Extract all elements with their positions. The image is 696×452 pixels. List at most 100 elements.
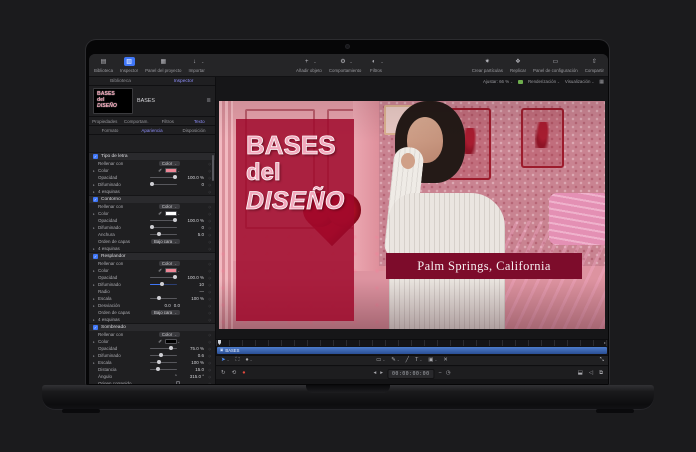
object-thumbnail[interactable]: BASES del DISEÑO — [93, 88, 133, 114]
subtab-disposición[interactable]: Disposición — [173, 128, 215, 133]
transport-link-button[interactable]: ⧉ — [599, 370, 603, 377]
keyframe-icon[interactable]: ◇ — [204, 269, 211, 273]
toolbar-replicate-button[interactable]: ❖ Replicar — [510, 56, 526, 74]
param-value[interactable]: 100.0 % — [180, 175, 204, 180]
param-value[interactable]: 0 — [180, 182, 204, 187]
slider[interactable] — [150, 360, 177, 365]
angle-dial-icon[interactable]: ◔ — [174, 374, 177, 379]
slider-thumb[interactable] — [157, 360, 162, 365]
toolbar-share-button[interactable]: ⇧ Compartir — [585, 56, 604, 74]
tool-select-tool[interactable]: ➤ ⌄ — [221, 357, 229, 364]
slider-thumb[interactable] — [149, 182, 154, 187]
canvas-area[interactable]: Ajustar: 66 %⌄ Renderización⌄ Visualizac… — [216, 77, 608, 339]
keyframe-icon[interactable]: ◇ — [204, 361, 211, 365]
toolbar-inspector-button[interactable]: ▥ Inspector — [120, 56, 138, 73]
slider-thumb[interactable] — [160, 282, 165, 287]
section-checkbox[interactable]: ✓ — [93, 154, 98, 159]
keyframe-icon[interactable]: ◇ — [204, 276, 211, 280]
slider[interactable] — [150, 282, 177, 287]
panel-scrollbar[interactable] — [212, 155, 214, 181]
keyframe-icon[interactable]: ◇ — [204, 240, 211, 244]
keyframe-icon[interactable]: ◇ — [204, 311, 211, 315]
keyframe-icon[interactable]: ◇ — [204, 176, 211, 180]
transport-record-button[interactable]: ● — [242, 370, 245, 377]
tool-text-tool[interactable]: T ⌄ — [415, 357, 422, 364]
zoom-level-dropdown[interactable]: Ajustar: 66 %⌄ — [483, 79, 513, 84]
slider-thumb[interactable] — [149, 225, 154, 230]
transport-audio-button[interactable]: ◁ — [589, 370, 593, 377]
eyedropper-icon[interactable]: ✐ — [158, 339, 162, 345]
slider[interactable] — [150, 353, 177, 358]
keyframe-icon[interactable]: ◇ — [204, 212, 211, 216]
tool-line-tool[interactable]: ╱ — [406, 357, 409, 364]
tool-resize-handle[interactable]: ⤡ — [600, 357, 604, 364]
transport-loop-button[interactable]: ↻ — [221, 370, 226, 377]
timecode-display[interactable]: 00:00:00:00 — [386, 368, 435, 379]
keyframe-icon[interactable]: ◇ — [204, 347, 211, 351]
tool-fill-tool[interactable]: ● ⌄ — [245, 357, 252, 364]
y-value-field[interactable]: 0.0 — [174, 303, 180, 308]
layers-icon[interactable]: ≣ — [206, 98, 211, 104]
keyframe-icon[interactable]: ◇ — [204, 190, 211, 194]
keyframe-icon[interactable]: ◇ — [204, 205, 211, 209]
toolbar-library-button[interactable]: ▤ Biblioteca — [94, 56, 113, 74]
section-checkbox[interactable]: ✓ — [93, 197, 98, 202]
color-swatch[interactable] — [165, 339, 178, 344]
param-value[interactable]: 0 — [180, 225, 204, 230]
tab-comportam.[interactable]: Comportam. — [121, 119, 153, 124]
color-swatch[interactable] — [165, 168, 178, 173]
layout-grid-icon[interactable]: ▦ — [599, 79, 604, 85]
previous-frame-button[interactable]: ◂ — [373, 370, 376, 377]
transport-display-button[interactable]: ⬓ — [578, 370, 583, 377]
keyframe-icon[interactable]: ◇ — [204, 318, 211, 322]
tool-close-tool[interactable]: ✕ — [443, 357, 448, 364]
eyedropper-icon[interactable]: ✐ — [158, 211, 162, 217]
tool-rectangle-tool[interactable]: ▭ ⌄ — [376, 357, 385, 364]
slider-thumb[interactable] — [172, 218, 177, 223]
dropdown[interactable]: Bajo cara ⌄ — [151, 309, 180, 316]
slider-thumb[interactable] — [156, 232, 161, 237]
panel-top-tab-biblioteca[interactable]: Biblioteca — [89, 77, 152, 85]
section-checkbox[interactable]: ✓ — [93, 254, 98, 259]
param-value[interactable]: — — [180, 289, 205, 294]
keyframe-icon[interactable]: ◇ — [204, 333, 211, 337]
slider[interactable] — [150, 175, 177, 180]
keyframe-icon[interactable]: ◇ — [204, 226, 211, 230]
layer-bar[interactable]: ▣ BASES — [217, 347, 607, 354]
tab-texto[interactable]: Texto — [184, 119, 216, 124]
param-value[interactable]: 100.0 % — [180, 275, 204, 280]
toolbar-filters-button[interactable]: ◐ ⌄ Filtros — [368, 56, 384, 74]
param-value[interactable]: 10 — [180, 282, 204, 287]
keyframe-icon[interactable]: ◇ — [204, 169, 211, 173]
play-button[interactable]: ▸ — [380, 370, 383, 377]
render-dropdown[interactable]: Renderización⌄ — [528, 79, 560, 84]
color-channel-icon[interactable] — [517, 79, 523, 84]
slider[interactable] — [150, 346, 177, 351]
dropdown[interactable]: Bajo cara ⌄ — [151, 238, 180, 245]
param-value[interactable]: 15.0 — [180, 367, 204, 372]
x-value-field[interactable]: 0.0 — [164, 303, 170, 308]
slider-thumb[interactable] — [172, 275, 177, 280]
param-value[interactable]: 0.6 — [180, 353, 204, 358]
slider-thumb[interactable] — [156, 367, 161, 372]
keyframe-icon[interactable]: ◇ — [204, 162, 211, 166]
slider-thumb[interactable] — [168, 346, 173, 351]
keyframe-icon[interactable]: ◇ — [204, 382, 211, 385]
section-checkbox[interactable]: ✓ — [93, 325, 98, 330]
minus-button[interactable]: − — [439, 370, 442, 377]
toolbar-make-particles-button[interactable]: ✷ Crear partículas — [472, 56, 503, 74]
keyframe-icon[interactable]: ◇ — [204, 262, 211, 266]
checkbox[interactable] — [175, 381, 180, 384]
tool-transform-tool[interactable]: ⛶ — [235, 357, 239, 364]
tool-bezier-tool[interactable]: ✎ ⌄ — [391, 357, 399, 364]
param-value[interactable]: 5.0 — [180, 232, 204, 237]
slider[interactable] — [149, 182, 177, 187]
playhead[interactable] — [218, 340, 221, 345]
eyedropper-icon[interactable]: ✐ — [158, 168, 162, 174]
slider[interactable] — [150, 367, 177, 372]
keyframe-icon[interactable]: ◇ — [204, 219, 211, 223]
slider-thumb[interactable] — [172, 175, 177, 180]
view-dropdown[interactable]: Visualización⌄ — [565, 79, 594, 84]
subtab-formato[interactable]: Formato — [89, 128, 131, 133]
param-value[interactable]: 100 % — [180, 296, 204, 301]
